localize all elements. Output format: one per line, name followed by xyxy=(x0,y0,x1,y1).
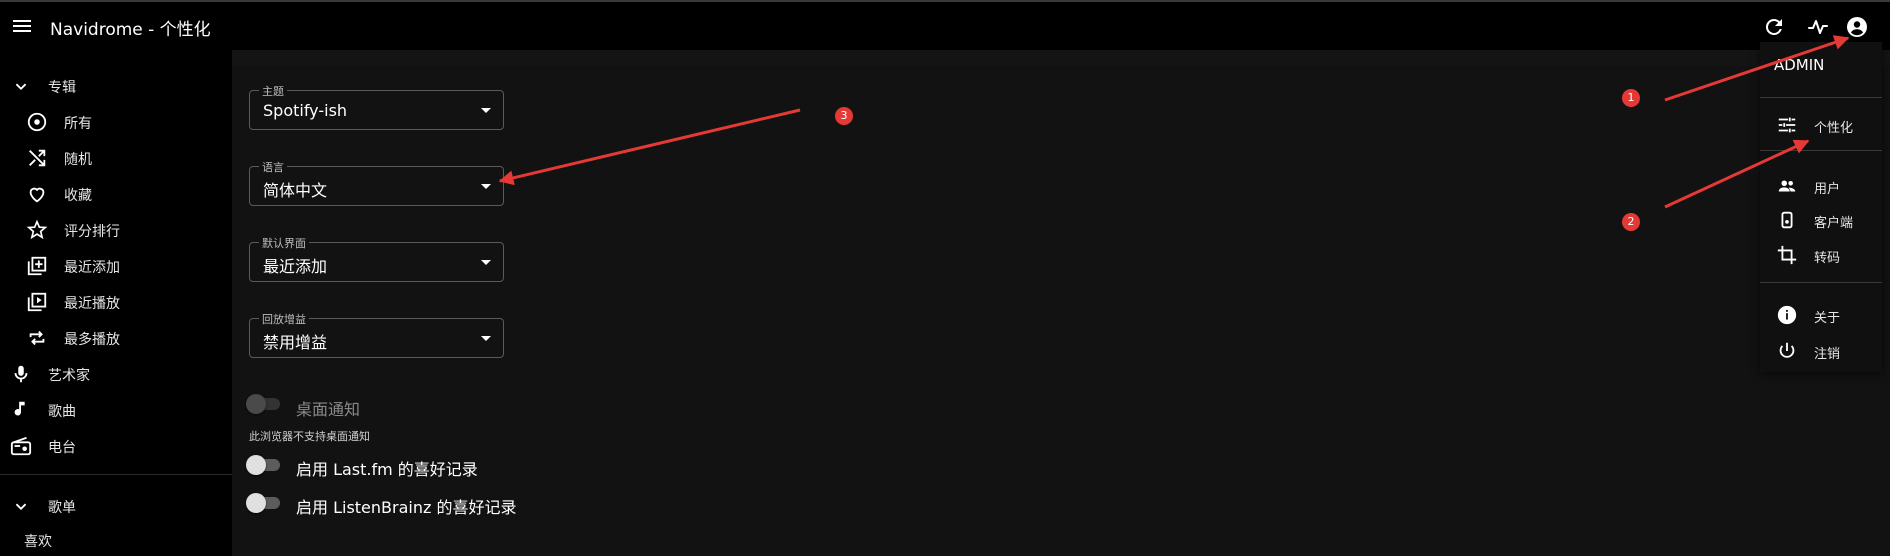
dropdown-arrow-icon xyxy=(481,108,491,113)
sidebar-item-artists[interactable]: 艺术家 xyxy=(0,358,232,390)
language-select[interactable]: 语言 简体中文 xyxy=(249,159,504,206)
replay-gain-select[interactable]: 回放增益 禁用增益 xyxy=(249,311,504,358)
heart-icon xyxy=(29,187,45,203)
sidebar-item-favorites[interactable]: 收藏 xyxy=(0,178,232,210)
desktop-notification-helper: 此浏览器不支持桌面通知 xyxy=(249,430,370,443)
mic-icon xyxy=(14,365,28,383)
menu-item-users[interactable]: 用户 xyxy=(1760,171,1882,201)
info-icon xyxy=(1777,305,1797,325)
menu-divider xyxy=(1760,97,1882,98)
repeat-icon xyxy=(29,330,45,346)
app-bar: Navidrome - 个性化 xyxy=(0,0,1890,50)
sidebar-section-playlists[interactable]: 歌单 xyxy=(0,490,232,522)
menu-icon[interactable] xyxy=(10,14,34,38)
menu-item-transcoding[interactable]: 转码 xyxy=(1760,240,1882,270)
personal-settings-panel xyxy=(232,66,1890,556)
annotation-badge-1: 1 xyxy=(1622,89,1640,107)
star-icon xyxy=(26,219,48,240)
listenbrainz-scrobble-toggle[interactable] xyxy=(246,493,284,513)
sidebar-section-albums[interactable]: 专辑 xyxy=(0,70,232,102)
menu-divider xyxy=(1760,282,1882,283)
tune-icon xyxy=(1778,117,1796,133)
app-title: Navidrome - 个性化 xyxy=(50,20,211,40)
shuffle-icon xyxy=(29,149,46,167)
menu-item-logout[interactable]: 注销 xyxy=(1760,336,1882,366)
username-label: ADMIN xyxy=(1774,56,1825,74)
desktop-notification-label: 桌面通知 xyxy=(296,400,361,419)
menu-item-personal[interactable]: 个性化 xyxy=(1760,110,1882,140)
sidebar-item-songs[interactable]: 歌曲 xyxy=(0,394,232,426)
sidebar-item-all[interactable]: 所有 xyxy=(0,106,232,138)
sidebar-item-radio[interactable]: 电台 xyxy=(0,430,232,462)
refresh-icon[interactable] xyxy=(1762,15,1786,39)
radio-icon xyxy=(10,436,32,456)
video-library-icon xyxy=(27,292,47,312)
dropdown-arrow-icon xyxy=(481,184,491,189)
menu-item-clients[interactable]: 客户端 xyxy=(1760,205,1882,235)
dropdown-arrow-icon xyxy=(481,260,491,265)
sidebar-item-recently-played[interactable]: 最近播放 xyxy=(0,286,232,318)
menu-item-about[interactable]: 关于 xyxy=(1760,300,1882,330)
album-icon xyxy=(27,112,47,132)
library-add-icon xyxy=(27,256,47,276)
menu-divider xyxy=(1760,150,1882,151)
activity-icon[interactable] xyxy=(1806,15,1830,39)
sidebar-divider xyxy=(0,474,232,475)
sidebar-item-random[interactable]: 随机 xyxy=(0,142,232,174)
sidebar-item-liked[interactable]: 喜欢 xyxy=(0,524,232,556)
user-menu: ADMIN 个性化 用户 客户端 转码 关于 注销 xyxy=(1760,42,1882,372)
people-icon xyxy=(1778,180,1796,192)
dropdown-arrow-icon xyxy=(481,336,491,341)
device-icon xyxy=(1781,211,1793,229)
sidebar-item-top-rated[interactable]: 评分排行 xyxy=(0,214,232,246)
account-circle-icon[interactable] xyxy=(1845,15,1869,39)
sidebar-item-most-played[interactable]: 最多播放 xyxy=(0,322,232,354)
chevron-down-icon xyxy=(15,503,27,511)
theme-select[interactable]: 主题 Spotify-ish xyxy=(249,83,504,130)
lastfm-scrobble-label: 启用 Last.fm 的喜好记录 xyxy=(296,460,478,479)
default-view-select[interactable]: 默认界面 最近添加 xyxy=(249,235,504,282)
desktop-notification-toggle[interactable] xyxy=(246,394,284,414)
crop-icon xyxy=(1777,245,1797,265)
annotation-badge-2: 2 xyxy=(1622,213,1640,231)
sidebar: 专辑 所有 随机 收藏 评分排行 最近添加 最近播放 最多播放 艺术家 歌曲 电… xyxy=(0,50,232,556)
chevron-down-icon xyxy=(15,83,27,91)
listenbrainz-scrobble-label: 启用 ListenBrainz 的喜好记录 xyxy=(296,498,517,517)
sidebar-item-recently-added[interactable]: 最近添加 xyxy=(0,250,232,282)
music-note-icon xyxy=(14,401,25,416)
power-icon xyxy=(1779,342,1795,358)
annotation-badge-3: 3 xyxy=(835,107,853,125)
lastfm-scrobble-toggle[interactable] xyxy=(246,455,284,475)
